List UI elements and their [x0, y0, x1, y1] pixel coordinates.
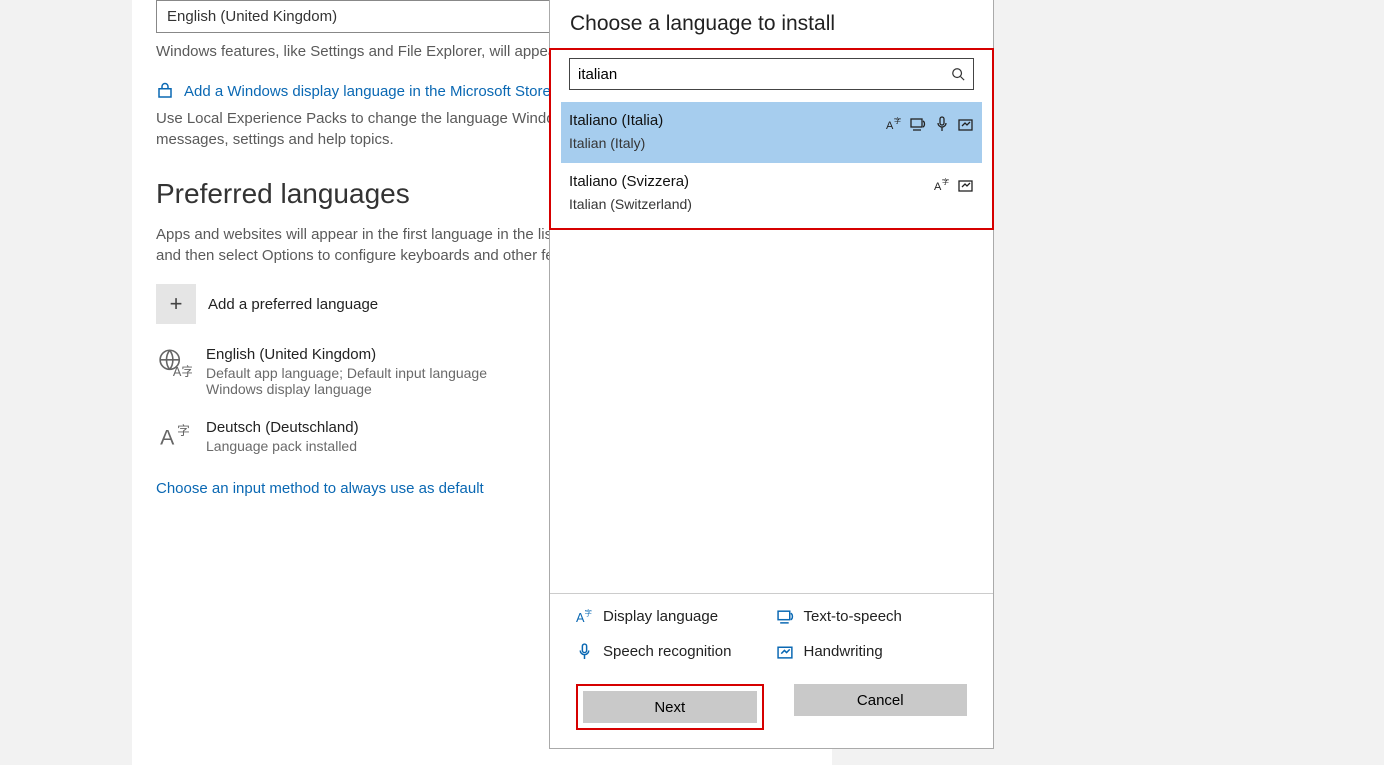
text-to-speech-icon [910, 116, 926, 132]
display-language-icon: A字 [934, 177, 950, 193]
svg-text:A: A [160, 426, 175, 450]
result-feature-icons: A字 [886, 116, 974, 132]
result-native-name: Italiano (Svizzera) [569, 173, 692, 190]
cancel-button[interactable]: Cancel [794, 684, 968, 716]
legend-speech-recognition: Speech recognition [576, 643, 767, 660]
svg-text:A: A [886, 120, 894, 132]
legend-label: Speech recognition [603, 643, 731, 660]
handwriting-icon [777, 643, 794, 660]
language-globe-icon: A字 [156, 346, 194, 380]
legend-handwriting: Handwriting [777, 643, 968, 660]
display-language-icon: A字 [886, 116, 902, 132]
next-button[interactable]: Next [583, 691, 757, 723]
highlight-box-search: Italiano (Italia)Italian (Italy)A字Italia… [549, 48, 994, 230]
svg-text:A字: A字 [173, 364, 192, 378]
store-link-label: Add a Windows display language in the Mi… [184, 83, 551, 100]
svg-text:字: 字 [894, 116, 901, 125]
store-icon [156, 82, 174, 100]
speech-icon [576, 643, 593, 660]
feature-legend: A字 Display language Text-to-speech Speec… [550, 593, 993, 672]
plus-icon: + [156, 284, 196, 324]
legend-label: Handwriting [804, 643, 883, 660]
dialog-title: Choose a language to install [550, 0, 993, 48]
legend-label: Display language [603, 608, 718, 625]
handwriting-icon [958, 116, 974, 132]
result-english-name: Italian (Switzerland) [569, 196, 692, 212]
svg-text:字: 字 [177, 423, 190, 438]
legend-text-to-speech: Text-to-speech [777, 608, 968, 625]
search-icon [951, 67, 965, 81]
display-language-icon: A字 [576, 608, 593, 625]
result-native-name: Italiano (Italia) [569, 112, 663, 129]
speech-icon [934, 116, 950, 132]
legend-display-language: A字 Display language [576, 608, 767, 625]
language-search-input[interactable] [578, 66, 951, 83]
language-a-icon: A字 [156, 419, 194, 453]
highlight-box-next: Next [576, 684, 764, 730]
result-feature-icons: A字 [934, 177, 974, 193]
legend-label: Text-to-speech [804, 608, 902, 625]
dialog-button-row: Next Cancel [550, 684, 993, 730]
handwriting-icon [958, 177, 974, 193]
svg-text:A: A [934, 181, 942, 193]
install-language-dialog: Choose a language to install Italiano (I… [549, 0, 994, 749]
add-preferred-label: Add a preferred language [208, 296, 378, 313]
svg-text:字: 字 [942, 177, 949, 186]
language-result-item[interactable]: Italiano (Italia) Italian (Italy) A字 [561, 102, 982, 163]
text-to-speech-icon [777, 608, 794, 625]
svg-text:字: 字 [585, 608, 592, 617]
result-english-name: Italian (Italy) [569, 135, 663, 151]
language-result-item[interactable]: Italiano (Svizzera) Italian (Switzerland)… [561, 163, 982, 224]
language-search-box[interactable] [569, 58, 974, 90]
